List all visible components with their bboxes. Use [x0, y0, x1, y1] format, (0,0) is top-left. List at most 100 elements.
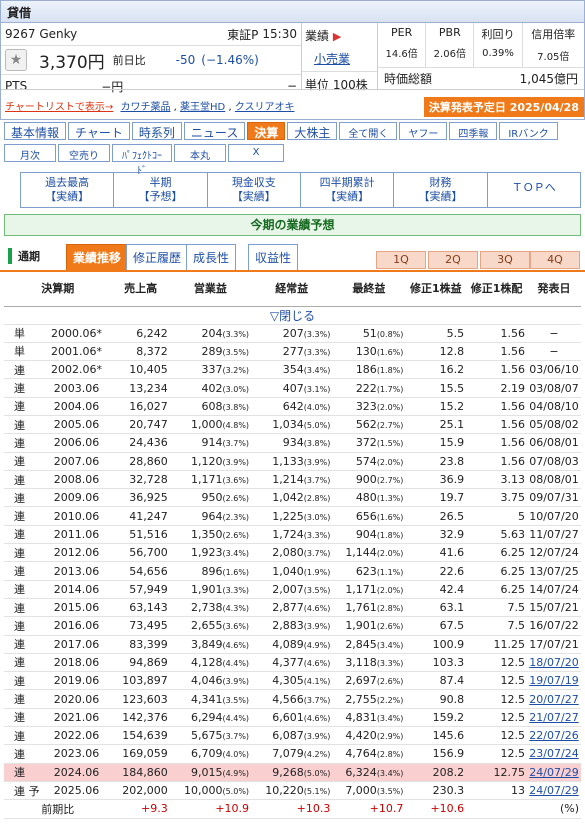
tab-x[interactable]: X — [228, 144, 284, 162]
table-row: 単 2001.06* 8,372 289(3.5%) 277(3.3%) 130(1.6%… — [4, 342, 581, 362]
tab-chart[interactable]: チャート — [68, 122, 130, 140]
tab-open-all[interactable]: 全て開く — [339, 122, 398, 140]
tab-earnings[interactable]: 決算 — [247, 122, 286, 140]
value-cell: 1.56 — [466, 433, 527, 453]
profit-cell: 904(1.8%) — [332, 525, 406, 545]
type-cell: 連 — [4, 726, 42, 746]
tab-results-history[interactable]: 業績推移 — [66, 244, 129, 270]
value-cell: 42.4 — [405, 580, 467, 599]
profit-cell: 1,040(1.9%) — [251, 561, 333, 581]
table-row: 連 2017.06 83,399 3,849(4.6%) 4,089(4.9%) 2,84… — [4, 635, 581, 654]
announce-date-cell: 14/07/24 — [527, 580, 581, 599]
prev-ratio-unit: (%) — [527, 799, 581, 819]
tab-q4[interactable]: 4Q — [530, 251, 580, 269]
prev-ratio-value: +10.7 — [332, 799, 406, 819]
tab-perfect-code[interactable]: ﾊﾟﾌｪｸﾄｺｰﾄﾞ — [112, 144, 172, 177]
tab-news[interactable]: ニュース — [183, 122, 246, 140]
tab-short-selling[interactable]: 空売り — [58, 144, 110, 162]
table-row: 単 2000.06* 6,242 204(3.3%) 207(3.3%) 51(0.8%)… — [4, 324, 581, 343]
table-row: 連 2005.06 20,747 1,000(4.8%) 1,034(5.0%) 562(… — [4, 415, 581, 435]
per-value: 14.6倍 — [385, 49, 418, 60]
period-cell: 2019.06 — [41, 671, 112, 691]
announce-date-cell: 11/07/27 — [527, 525, 581, 545]
tab-q1[interactable]: 1Q — [376, 251, 426, 269]
profit-cell: 4,764(2.8%) — [332, 744, 406, 764]
value-cell: 2.19 — [466, 378, 527, 398]
nav-top[interactable]: ＴＯＰへ — [488, 173, 580, 207]
profit-cell: 407(3.1%) — [251, 378, 333, 398]
profit-cell: 9,015(4.9%) — [169, 763, 252, 782]
col-dividend: 修正1株配 — [466, 272, 527, 307]
industry-link[interactable]: 小売業 — [314, 52, 350, 66]
period-cell: 2023.06 — [41, 744, 112, 764]
nav-financials[interactable]: 財務 【実績】 — [394, 173, 488, 207]
value-cell: 6.25 — [466, 561, 527, 581]
announce-date-cell: 23/07/24 — [527, 744, 581, 764]
profit-cell: 1,120(3.9%) — [169, 452, 252, 471]
table-row: 連 2024.06 184,860 9,015(4.9%) 9,268(5.0%) 6,3… — [4, 763, 581, 782]
tab-q3[interactable]: 3Q — [480, 251, 530, 269]
announce-date-cell: 22/07/26 — [527, 726, 581, 746]
price-change-pct: (−1.46%) — [201, 53, 259, 67]
announce-date-link[interactable]: 23/07/24 — [529, 747, 578, 760]
profit-cell: 4,305(4.1%) — [251, 671, 333, 691]
tab-growth[interactable]: 成長性 — [186, 244, 237, 270]
profit-cell: 3,118(3.3%) — [332, 653, 406, 673]
col-period: 決算期 — [4, 272, 112, 307]
announce-date-link[interactable]: 21/07/27 — [529, 711, 578, 724]
value-cell: 13 — [466, 781, 527, 801]
announce-date-cell: 07/08/03 — [527, 452, 581, 471]
tab-shareholders[interactable]: 大株主 — [287, 122, 338, 140]
announce-date-cell: 17/07/21 — [527, 635, 581, 654]
profit-cell: 1,901(2.6%) — [332, 616, 406, 636]
announce-date-link[interactable]: 19/07/19 — [529, 674, 578, 687]
tab-honmaru[interactable]: 本丸 — [174, 144, 226, 162]
period-cell: 2013.06 — [41, 561, 112, 581]
tab-q2[interactable]: 2Q — [428, 251, 478, 269]
announce-date-link[interactable]: 20/07/27 — [529, 693, 578, 706]
value-cell: 103.3 — [405, 653, 467, 673]
earnings-date-banner: 決算発表予定日 2025/04/28 — [423, 97, 584, 117]
col-announce-date: 発表日 — [527, 272, 581, 307]
tab-irbank[interactable]: IRバンク — [499, 122, 558, 140]
announce-date-cell: 03/06/10 — [527, 360, 581, 380]
type-cell: 連 — [4, 433, 42, 453]
tab-revision-history[interactable]: 修正履歴 — [126, 244, 189, 270]
type-cell: 連 — [4, 708, 42, 728]
tab-monthly[interactable]: 月次 — [4, 144, 56, 162]
tab-basic-info[interactable]: 基本情報 — [4, 122, 67, 140]
watchlist-link[interactable]: チャートリストで表示→ — [5, 102, 113, 113]
value-cell: 16,027 — [111, 397, 170, 416]
collapse-toggle[interactable]: ▽閉じる — [4, 306, 581, 325]
nav-cash-flow[interactable]: 現金収支 【実績】 — [208, 173, 301, 207]
nav-record-high[interactable]: 過去最高 【実績】 — [21, 173, 115, 207]
tab-shikiho[interactable]: 四季報 — [449, 122, 498, 140]
table-row: 連 2006.06 24,436 914(3.7%) 934(3.8%) 372(1.5%… — [4, 433, 581, 453]
type-cell: 連 — [4, 452, 42, 471]
peer-link-3[interactable]: クスリアオキ — [235, 102, 295, 113]
period-cell: 2010.06 — [41, 506, 112, 526]
stock-header: 貸借 9267 Genky 東証P 15:30 ★ 3,370円 前日比 -50… — [0, 0, 585, 120]
announce-date-link[interactable]: 22/07/26 — [529, 729, 578, 742]
profit-cell: 4,046(3.9%) — [169, 671, 252, 691]
tab-profitability[interactable]: 収益性 — [248, 244, 299, 270]
nav-quarterly[interactable]: 四半期累計 【実績】 — [301, 173, 395, 207]
favorite-star-icon[interactable]: ★ — [5, 49, 27, 71]
period-cell: 2025.06 — [41, 781, 112, 801]
profit-cell: 6,709(4.0%) — [169, 744, 252, 764]
nav-half-year[interactable]: 半期 【予想】 — [114, 173, 208, 207]
value-cell: 156.9 — [405, 744, 467, 764]
period-cell: 2000.06* — [41, 324, 112, 343]
peer-link-1[interactable]: カワチ薬品 — [120, 102, 170, 113]
announce-date-link[interactable]: 24/07/29 — [529, 766, 578, 779]
announce-date-link[interactable]: 24/07/29 — [529, 784, 578, 797]
profit-cell: 2,877(4.6%) — [251, 598, 333, 618]
tab-timeseries[interactable]: 時系列 — [131, 122, 182, 140]
announce-date-link[interactable]: 18/07/20 — [529, 656, 578, 669]
peer-link-2[interactable]: 薬王堂HD — [180, 102, 225, 113]
profit-cell: 4,089(4.9%) — [251, 635, 333, 654]
announce-date-cell: 13/07/25 — [527, 561, 581, 581]
tab-yahoo[interactable]: ヤフー — [399, 122, 448, 140]
value-cell: 5.63 — [466, 525, 527, 545]
metrics-panel: PER 14.6倍 PBR 2.06倍 利回り 0.39% 信用倍率 7.05倍… — [377, 23, 584, 89]
